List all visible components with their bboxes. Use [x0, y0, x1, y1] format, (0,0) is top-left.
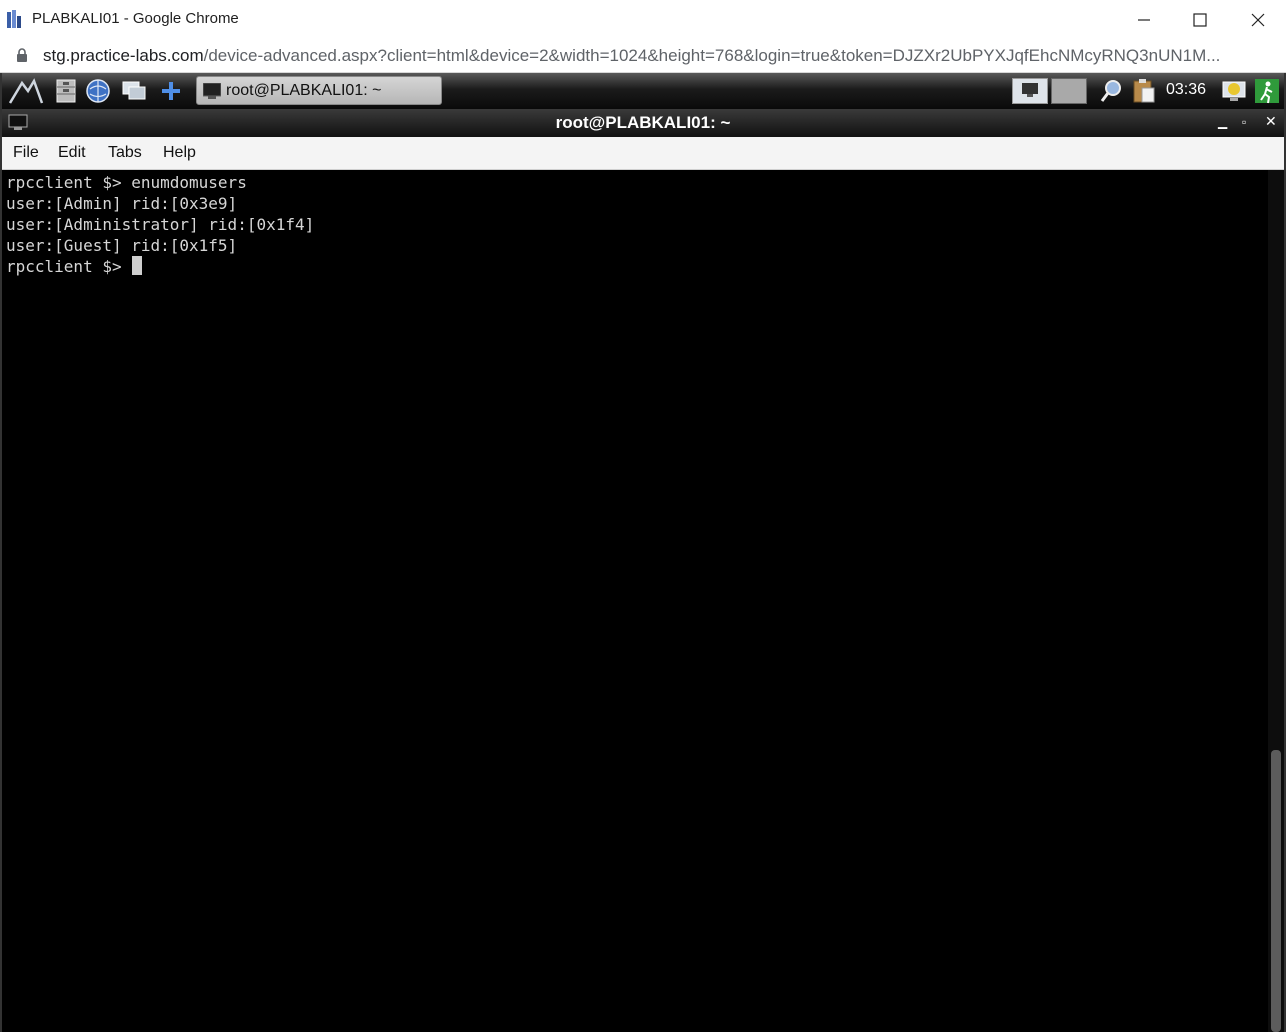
browser-titlebar: PLABKALI01 - Google Chrome: [0, 0, 1286, 40]
window-title: PLABKALI01 - Google Chrome: [32, 10, 239, 27]
url-path: /device-advanced.aspx?client=html&device…: [203, 46, 1221, 65]
url-text[interactable]: stg.practice-labs.com/device-advanced.as…: [43, 46, 1273, 66]
scrollbar-thumb[interactable]: [1271, 750, 1281, 1032]
terminal-output[interactable]: rpcclient $> enumdomusers user:[Admin] r…: [2, 170, 1268, 1032]
browser-globe-icon[interactable]: [84, 77, 112, 105]
maximize-button[interactable]: [1172, 0, 1228, 39]
clock: 03:36: [1166, 81, 1207, 98]
add-plus-icon[interactable]: [157, 77, 185, 105]
show-desktop-icon[interactable]: [120, 77, 148, 105]
url-host: stg.practice-labs.com: [43, 46, 204, 65]
terminal-menubar: File Edit Tabs Help: [2, 137, 1284, 170]
terminal-titlebar: root@PLABKALI01: ~ ▁ ▫ ✕: [2, 109, 1284, 137]
close-button[interactable]: [1230, 0, 1286, 39]
taskbar-terminal-button[interactable]: root@PLABKALI01: ~: [196, 76, 442, 105]
clipboard-icon[interactable]: [1130, 77, 1158, 105]
terminal-window-title: root@PLABKALI01: ~: [555, 113, 731, 132]
taskbar: root@PLABKALI01: ~ 03:36: [2, 73, 1284, 110]
menu-edit[interactable]: Edit: [58, 144, 86, 162]
terminal-line: user:[Administrator] rid:[0x1f4]: [6, 215, 315, 234]
menu-file[interactable]: File: [13, 144, 39, 162]
terminal-scrollbar[interactable]: [1268, 170, 1284, 1032]
menu-help[interactable]: Help: [163, 144, 196, 162]
terminal-minimize-icon[interactable]: ▁: [1218, 115, 1227, 129]
terminal-prompt: rpcclient $>: [6, 257, 132, 276]
menu-tabs[interactable]: Tabs: [108, 144, 142, 162]
file-cabinet-icon[interactable]: [52, 77, 80, 105]
address-bar[interactable]: stg.practice-labs.com/device-advanced.as…: [0, 39, 1286, 73]
terminal-icon: [203, 83, 221, 99]
minimize-button[interactable]: [1116, 0, 1172, 39]
terminal-restore-icon[interactable]: ▫: [1242, 115, 1246, 129]
magnifier-icon[interactable]: [1098, 77, 1126, 105]
update-notifier-icon[interactable]: [1220, 77, 1248, 105]
close-icon: [1251, 13, 1265, 27]
remote-desktop: root@PLABKALI01: ~ 03:36 root@PLABKALI01…: [0, 73, 1286, 1032]
maximize-icon: [1193, 13, 1207, 27]
terminal-cursor: [132, 256, 143, 275]
logout-exit-icon[interactable]: [1253, 77, 1281, 105]
taskbar-terminal-label: root@PLABKALI01: ~: [226, 82, 382, 99]
workspace-1-button[interactable]: [1012, 78, 1048, 104]
minimize-icon: [1138, 19, 1150, 21]
practice-labs-favicon: [7, 10, 21, 28]
terminal-line: rpcclient $> enumdomusers: [6, 173, 247, 192]
terminal-prompt-line: rpcclient $>: [6, 256, 143, 277]
terminal-close-icon[interactable]: ✕: [1265, 113, 1277, 130]
monitor-icon: [1022, 83, 1038, 97]
kali-menu-icon[interactable]: [8, 77, 44, 105]
workspace-2-button[interactable]: [1051, 78, 1087, 104]
terminal-line: user:[Admin] rid:[0x3e9]: [6, 194, 238, 213]
terminal-line: user:[Guest] rid:[0x1f5]: [6, 236, 238, 255]
lock-icon: [17, 48, 27, 62]
